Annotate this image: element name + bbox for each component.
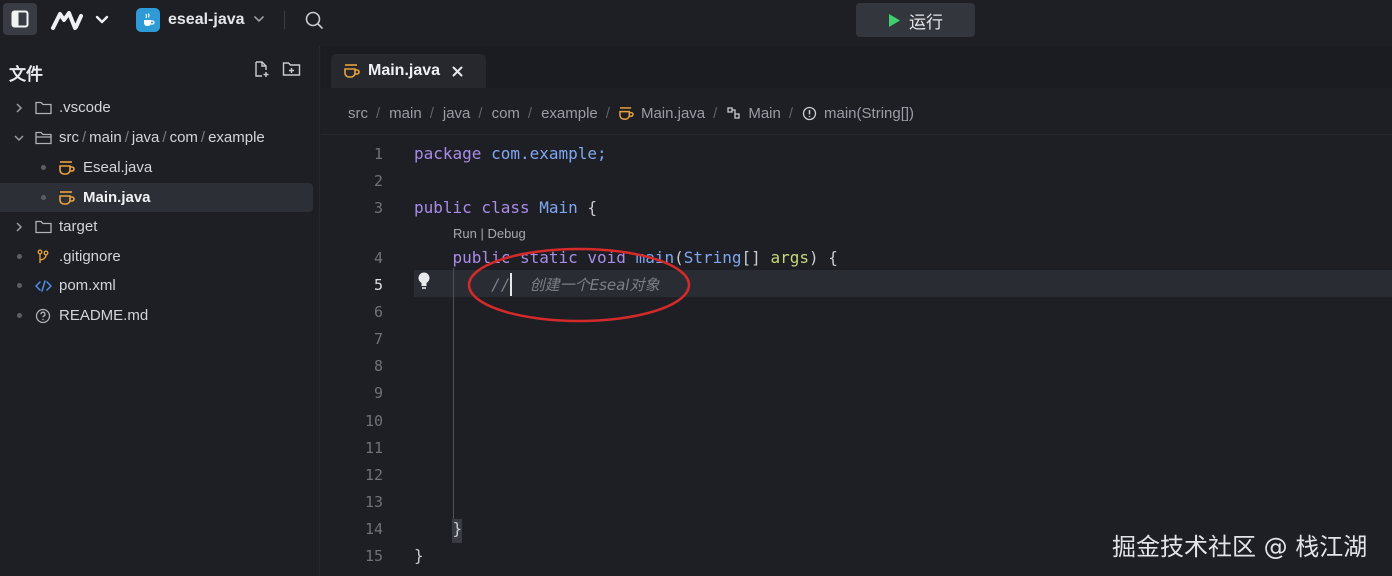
marscode-logo-menu[interactable]	[50, 7, 116, 33]
logo-icon	[51, 11, 109, 30]
tree-dot	[12, 313, 26, 318]
breadcrumb-item[interactable]: src	[348, 105, 368, 122]
line-number: 1	[373, 145, 383, 163]
java-project-icon	[136, 8, 160, 32]
chevron-down-icon	[12, 133, 26, 143]
breadcrumb-item[interactable]: main	[389, 105, 422, 122]
code-xml-icon	[34, 278, 52, 294]
breadcrumb-item[interactable]: Main	[748, 105, 781, 122]
search-button[interactable]	[302, 8, 326, 32]
play-icon	[889, 13, 900, 27]
java-file-icon	[344, 64, 360, 78]
tree-item-main-java[interactable]: Main.java	[0, 183, 313, 212]
line-number: 14	[364, 520, 383, 538]
code-line-1[interactable]: package com.example;	[414, 144, 607, 163]
breadcrumb-item[interactable]: main(String[])	[824, 105, 914, 122]
help-circle-icon	[34, 308, 52, 324]
folder-icon	[34, 219, 52, 235]
tab-label: Main.java	[368, 62, 441, 79]
line-number: 5	[373, 276, 383, 294]
git-branch-icon	[34, 249, 52, 265]
tree-item-eseal-java[interactable]: Eseal.java	[0, 153, 313, 182]
close-icon[interactable]	[452, 66, 463, 77]
tree-item-readme[interactable]: README.md	[0, 301, 313, 330]
tree-dot	[36, 195, 50, 200]
tree-item-label: .gitignore	[59, 248, 121, 265]
file-explorer: 文件 .vscode src / main / java / com / example	[0, 46, 320, 576]
java-file-icon	[58, 160, 76, 176]
java-file-icon	[619, 106, 634, 120]
line-number: 13	[364, 493, 383, 511]
java-file-icon	[58, 190, 76, 206]
explorer-title: 文件	[9, 65, 43, 84]
indent-guide	[453, 268, 454, 540]
line-number: 15	[364, 547, 383, 565]
line-number: 10	[364, 412, 383, 430]
tree-item-pom-xml[interactable]: pom.xml	[0, 271, 313, 300]
class-icon	[726, 106, 741, 120]
tree-item-label: Main.java	[83, 189, 151, 206]
tree-item-label: src / main / java / com / example	[59, 129, 265, 146]
line-number: 7	[373, 330, 383, 348]
new-file-icon[interactable]	[252, 60, 270, 78]
line-number: 4	[373, 249, 383, 267]
chevron-down-icon	[254, 16, 264, 23]
line-number: 3	[373, 199, 383, 217]
project-name: eseal-java	[168, 11, 245, 28]
line-number: 8	[373, 357, 383, 375]
lightbulb-icon[interactable]	[417, 271, 431, 291]
sidebar-panel-icon	[11, 10, 29, 28]
chevron-right-icon	[12, 221, 26, 232]
tree-dot	[12, 283, 26, 288]
project-selector[interactable]: eseal-java	[134, 5, 270, 35]
code-line-15[interactable]: }	[414, 546, 424, 565]
tree-item-vscode[interactable]: .vscode	[0, 93, 313, 122]
tab-main-java[interactable]: Main.java	[331, 54, 486, 88]
breadcrumb-item[interactable]: java	[443, 105, 471, 122]
tree-item-label: pom.xml	[59, 277, 116, 294]
line-number: 2	[373, 172, 383, 190]
code-line-3[interactable]: public class Main {	[414, 198, 597, 217]
code-line-14[interactable]: }	[414, 519, 463, 538]
toolbar-divider	[284, 11, 285, 29]
line-number: 12	[364, 466, 383, 484]
breadcrumb: src / main / java / com / example / Main.java…	[348, 104, 915, 122]
watermark: 掘金技术社区 @ 栈江湖	[1112, 533, 1368, 561]
line-number: 6	[373, 303, 383, 321]
new-folder-icon[interactable]	[282, 60, 301, 78]
search-icon	[305, 11, 323, 29]
tree-item-label: target	[59, 218, 98, 235]
editor-divider	[321, 134, 1392, 135]
annotation-circle	[467, 247, 691, 323]
method-icon	[802, 106, 817, 121]
editor-tab-bar: Main.java	[321, 46, 1392, 88]
tree-item-src-main-java-com-example[interactable]: src / main / java / com / example	[0, 123, 313, 152]
tree-item-label: README.md	[59, 307, 149, 324]
tree-dot	[12, 254, 26, 259]
tree-item-gitignore[interactable]: .gitignore	[0, 242, 313, 271]
folder-open-icon	[34, 130, 52, 146]
chevron-right-icon	[12, 102, 26, 113]
tree-dot	[36, 165, 50, 170]
line-number: 11	[364, 439, 383, 457]
run-button[interactable]: 运行	[856, 3, 975, 37]
tree-item-label: .vscode	[59, 99, 111, 116]
breadcrumb-item[interactable]: example	[541, 105, 598, 122]
run-label: 运行	[909, 12, 943, 32]
line-number: 9	[373, 384, 383, 402]
tree-item-label: Eseal.java	[83, 159, 153, 176]
sidebar-toggle-button[interactable]	[3, 3, 37, 35]
breadcrumb-item[interactable]: Main.java	[641, 105, 705, 122]
top-bar: eseal-java 运行	[0, 0, 1392, 40]
tree-item-target[interactable]: target	[0, 212, 313, 241]
breadcrumb-item[interactable]: com	[492, 105, 520, 122]
folder-icon	[34, 100, 52, 116]
codelens-run-debug[interactable]: Run | Debug	[453, 226, 526, 241]
